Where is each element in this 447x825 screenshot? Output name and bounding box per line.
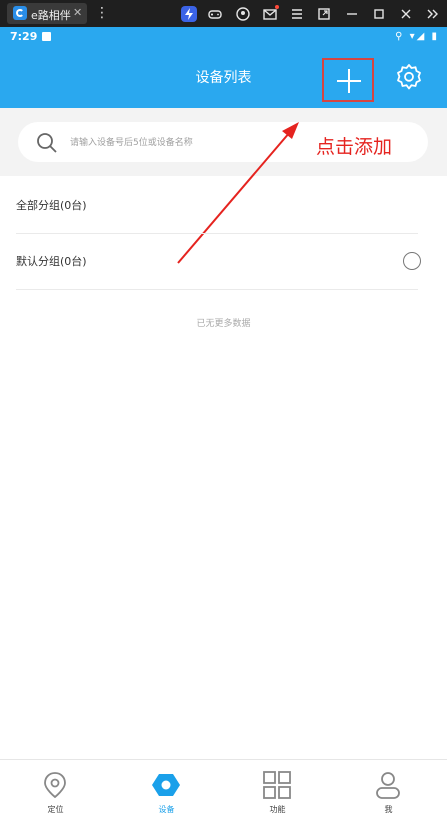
maximize-icon[interactable] [371,6,387,22]
menu-icon[interactable] [289,6,305,22]
app-logo-icon [13,6,27,20]
gear-icon [397,64,421,90]
notification-icon [42,32,51,41]
app-header: 设备列表 [0,47,447,108]
nav-label: 功能 [269,805,286,814]
page-title: 设备列表 [195,70,252,86]
mail-icon[interactable] [262,5,279,22]
settings-button[interactable] [395,63,423,91]
device-icon [152,774,180,796]
radio-button[interactable] [403,252,421,270]
collapse-icon[interactable] [425,6,441,22]
nav-label: 设备 [158,805,175,814]
location-icon [44,772,66,799]
tab-close-icon[interactable]: ✕ [73,6,82,19]
list-end-text: 已无更多数据 [196,319,251,329]
nav-item-features[interactable]: 功能 [222,760,333,825]
more-vert-icon[interactable]: ⋮ [95,5,109,21]
gamepad-icon[interactable] [207,6,223,22]
close-icon[interactable] [398,6,414,22]
group-row-all[interactable]: 全部分组(0台) [16,177,418,234]
bottom-nav: 定位 设备 功能 我 [0,759,447,825]
user-icon [376,772,400,799]
status-icons: ⚲ ▾◢ ▮ [395,31,439,42]
add-device-button[interactable] [322,58,374,102]
nav-label: 定位 [47,805,64,814]
group-label: 默认分组(0台) [16,255,87,268]
nav-item-device[interactable]: 设备 [111,760,222,825]
nav-label: 我 [384,805,393,814]
group-row-default[interactable]: 默认分组(0台) [16,233,421,290]
account-icon[interactable] [235,6,251,22]
notification-dot [275,5,279,9]
status-bar: 7:29 ⚲ ▾◢ ▮ [0,27,447,47]
nav-item-me[interactable]: 我 [333,760,444,825]
search-icon [37,133,57,153]
group-label: 全部分组(0台) [16,199,87,212]
status-time: 7:29 [10,30,38,43]
annotation-label: 点击添加 [316,136,393,158]
browser-tab[interactable]: e路相伴 ✕ [7,3,87,24]
bolt-icon[interactable] [181,6,197,22]
tab-title: e路相伴 [31,9,71,22]
emulator-titlebar: e路相伴 ✕ ⋮ [0,0,447,27]
nav-item-location[interactable]: 定位 [0,760,111,825]
plus-icon [337,69,361,93]
minimize-icon[interactable] [344,6,360,22]
grid-icon [263,771,291,799]
external-icon[interactable] [316,6,332,22]
